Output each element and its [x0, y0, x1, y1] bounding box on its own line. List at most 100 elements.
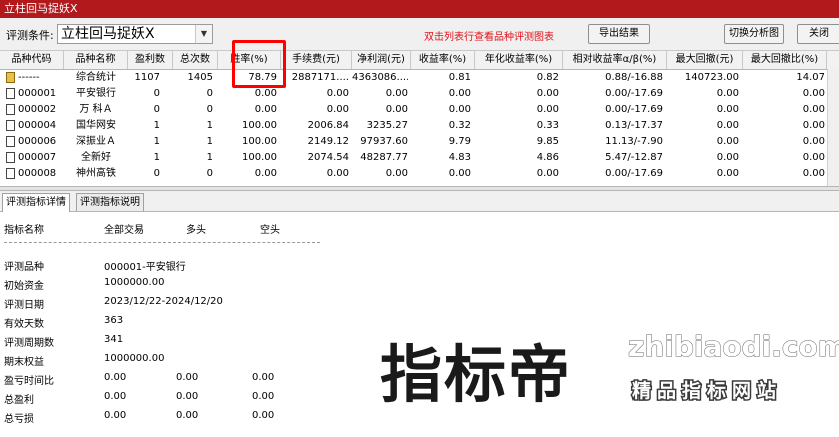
cell-fee: 2074.54 — [307, 152, 349, 163]
detail-separator — [4, 242, 320, 243]
detail-label: 评测品种 — [4, 262, 44, 273]
detail-value: 000001-平安银行 — [104, 262, 186, 273]
col-net-profit[interactable]: 净利润(元) — [352, 51, 411, 69]
cell-net: 0.00 — [385, 168, 408, 179]
col-annual-return[interactable]: 年化收益率(%) — [475, 51, 563, 69]
cell-net: 48287.77 — [360, 152, 408, 163]
tab-detail[interactable]: 评测指标详情 — [2, 193, 70, 212]
window-title: 立柱回马捉妖X — [4, 2, 78, 15]
cell-ret: 0.00 — [448, 88, 471, 99]
cell-ret: 0.32 — [448, 120, 471, 131]
col-total[interactable]: 总次数 — [173, 51, 218, 69]
condition-label: 评测条件: — [6, 29, 54, 42]
col-return[interactable]: 收益率(%) — [411, 51, 475, 69]
cell-fee: 0.00 — [326, 168, 349, 179]
cell-maxdd: 0.00 — [716, 88, 739, 99]
cell-annual: 0.82 — [536, 72, 559, 83]
export-button[interactable]: 导出结果 — [588, 24, 650, 44]
win-rate-highlight-box — [232, 40, 286, 88]
vertical-scrollbar[interactable] — [827, 69, 839, 186]
cell-win-rate: 100.00 — [242, 136, 277, 147]
cell-ret: 0.81 — [448, 72, 471, 83]
detail-label: 期末权益 — [4, 357, 44, 368]
cell-profit-count: 1107 — [134, 72, 160, 83]
cell-total: 0 — [206, 168, 213, 179]
document-icon — [6, 104, 15, 115]
table-row[interactable]: 000006 深振业Ａ 1 1 100.00 2149.12 97937.60 9.79 9.8… — [0, 134, 839, 150]
table-row[interactable]: 000004 国华网安 1 1 100.00 2006.84 3235.27 0.32 0.33… — [0, 118, 839, 134]
col-fee[interactable]: 手续费(元) — [281, 51, 352, 69]
detail-value: 0.00 — [104, 372, 127, 383]
cell-total: 0 — [206, 88, 213, 99]
table-row[interactable]: ------ 综合统计 1107 1405 78.79 2887171.... 436308… — [0, 70, 839, 86]
cell-name: 神州高铁 — [76, 168, 116, 179]
cell-win-rate: 0.00 — [254, 88, 277, 99]
cell-alpha: 5.47/-12.87 — [605, 152, 663, 163]
cell-maxdd-pct: 0.00 — [802, 104, 825, 115]
cell-alpha: 0.00/-17.69 — [605, 88, 663, 99]
summary-icon — [6, 72, 15, 83]
table-row[interactable]: 000007 全新好 1 1 100.00 2074.54 48287.77 4.83 4.86… — [0, 150, 839, 166]
detail-label: 总亏损 — [4, 414, 34, 425]
cell-net: 3235.27 — [366, 120, 408, 131]
double-click-hint: 双击列表行查看品种评测图表 — [424, 32, 554, 43]
col-max-drawdown-pct[interactable]: 最大回撤比(%) — [743, 51, 827, 69]
document-icon — [6, 152, 15, 163]
switch-chart-button[interactable]: 切换分析图 — [724, 24, 784, 44]
cell-code: ------ — [18, 72, 40, 83]
col-profit-count[interactable]: 盈利数 — [128, 51, 173, 69]
cell-net: 0.00 — [385, 104, 408, 115]
col-name[interactable]: 品种名称 — [64, 51, 128, 69]
cell-maxdd-pct: 0.00 — [802, 120, 825, 131]
condition-select[interactable]: 立柱回马捉妖X ▼ — [57, 24, 213, 44]
cell-code: 000007 — [18, 152, 57, 163]
cell-fee: 0.00 — [326, 88, 349, 99]
cell-win-rate: 100.00 — [242, 152, 277, 163]
cell-profit-count: 1 — [153, 152, 160, 163]
cell-alpha: 0.88/-16.88 — [605, 72, 663, 83]
cell-win-rate: 0.00 — [254, 168, 277, 179]
cell-maxdd-pct: 0.00 — [802, 152, 825, 163]
detail-value: 1000000.00 — [104, 277, 165, 288]
col-code[interactable]: 品种代码 — [0, 51, 64, 69]
detail-value: 341 — [104, 334, 124, 345]
cell-maxdd: 0.00 — [716, 120, 739, 131]
cell-maxdd: 0.00 — [716, 152, 739, 163]
tab-description[interactable]: 评测指标说明 — [76, 193, 144, 211]
cell-total: 1 — [206, 120, 213, 131]
document-icon — [6, 88, 15, 99]
detail-label: 盈亏时间比 — [4, 376, 54, 387]
table-row[interactable]: 000002 万 科Ａ 0 0 0.00 0.00 0.00 0.00 0.00 0.00/-17… — [0, 102, 839, 118]
close-button[interactable]: 关闭 — [797, 24, 839, 44]
cell-maxdd-pct: 14.07 — [796, 72, 825, 83]
cell-annual: 0.00 — [536, 88, 559, 99]
detail-panel: 指标名称 全部交易 多头 空头 评测品种 000001-平安银行 初始资金 10000… — [0, 212, 839, 437]
cell-alpha: 11.13/-7.90 — [605, 136, 663, 147]
col-max-drawdown[interactable]: 最大回撤(元) — [667, 51, 743, 69]
detail-label: 总盈利 — [4, 395, 34, 406]
cell-code: 000006 — [18, 136, 57, 147]
detail-label: 评测周期数 — [4, 338, 54, 349]
cell-annual: 4.86 — [536, 152, 559, 163]
cell-fee: 2149.12 — [307, 136, 349, 147]
detail-value: 0.00 — [104, 410, 127, 421]
detail-value: 0.00 — [176, 391, 199, 402]
table-row[interactable]: 000001 平安银行 0 0 0.00 0.00 0.00 0.00 0.00 0.00/-17… — [0, 86, 839, 102]
cell-name: 综合统计 — [76, 72, 116, 83]
cell-code: 000001 — [18, 88, 57, 99]
cell-profit-count: 0 — [153, 104, 160, 115]
detail-label: 初始资金 — [4, 281, 44, 292]
cell-win-rate: 100.00 — [242, 120, 277, 131]
results-table[interactable]: 品种代码 品种名称 盈利数 总次数 胜率(%) 手续费(元) 净利润(元) 收益… — [0, 51, 839, 186]
table-row[interactable]: 000008 神州高铁 0 0 0.00 0.00 0.00 0.00 0.00 0.00/-17… — [0, 166, 839, 182]
document-icon — [6, 136, 15, 147]
cell-fee: 2887171.... — [291, 72, 349, 83]
chevron-down-icon[interactable]: ▼ — [195, 25, 212, 43]
cell-total: 1 — [206, 152, 213, 163]
detail-header-metric: 指标名称 — [4, 225, 44, 236]
cell-name: 国华网安 — [76, 120, 116, 131]
cell-net: 0.00 — [385, 88, 408, 99]
cell-total: 1 — [206, 136, 213, 147]
col-alpha-beta[interactable]: 相对收益率α/β(%) — [563, 51, 667, 69]
detail-value: 0.00 — [176, 372, 199, 383]
